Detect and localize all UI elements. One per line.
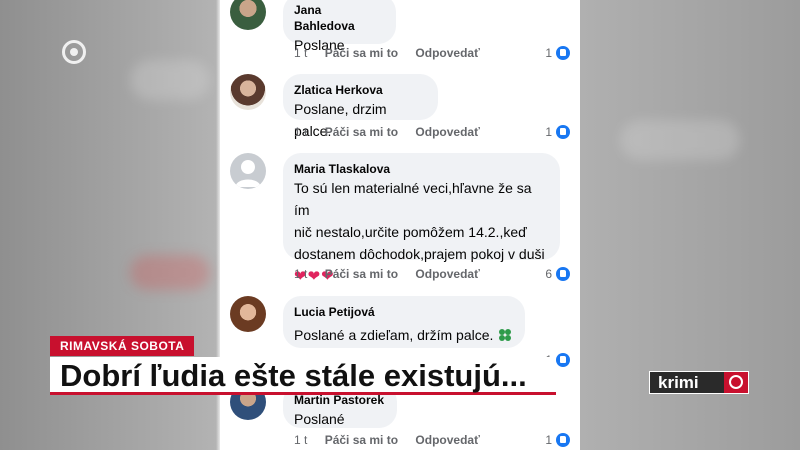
- avatar[interactable]: [230, 0, 266, 30]
- reply-link[interactable]: Odpovedať: [415, 125, 479, 139]
- headline-bar: Dobrí ľudia ešte stále existujú...: [50, 357, 556, 395]
- comment-time[interactable]: 1 t: [294, 267, 307, 281]
- background-blur: [620, 120, 740, 160]
- krimi-logo: krimi: [649, 371, 749, 394]
- thumbs-up-icon: [556, 433, 570, 447]
- background-blur: [130, 60, 210, 100]
- like-count-value: 1: [545, 125, 552, 139]
- default-user-icon: [235, 160, 261, 187]
- like-count[interactable]: 1: [545, 433, 570, 447]
- comment-actions: 1 t Páči sa mi to Odpovedať: [294, 267, 494, 281]
- like-count-value: 1: [545, 46, 552, 60]
- comment-bubble: Zlatica Herkova Poslane, drzim palce.: [283, 74, 438, 139]
- comment-actions: 1 t Páči sa mi to Odpovedať: [294, 125, 494, 139]
- reply-link[interactable]: Odpovedať: [415, 267, 479, 281]
- like-link[interactable]: Páči sa mi to: [325, 125, 398, 139]
- krimi-logo-text: krimi: [658, 373, 699, 392]
- thumbs-up-icon: [556, 353, 570, 367]
- like-link[interactable]: Páči sa mi to: [325, 433, 398, 447]
- comment-text: Poslané: [294, 411, 345, 427]
- krimi-logo-mark-icon: [724, 372, 748, 393]
- comment-time[interactable]: 1 t: [294, 125, 307, 139]
- like-count-value: 6: [545, 267, 552, 281]
- comment-text-value: Poslané a zdieľam, držím palce.: [294, 327, 494, 343]
- clover-emoji-icon: [499, 329, 512, 341]
- comment-author[interactable]: Jana Bahledova: [294, 2, 384, 34]
- comment-text-line: To sú len materialné veci,hľavne že sa í…: [294, 180, 532, 218]
- headline-text: Dobrí ľudia ešte stále existujú...: [60, 358, 527, 393]
- background-blur: [130, 255, 210, 290]
- like-count[interactable]: 6: [545, 267, 570, 281]
- reply-link[interactable]: Odpovedať: [415, 46, 479, 60]
- comment-text-line: nič nestalo,určite pomôžem 14.2.,keď: [294, 224, 527, 240]
- thumbs-up-icon: [556, 46, 570, 60]
- station-logo-icon: [62, 40, 86, 64]
- location-label: RIMAVSKÁ SOBOTA: [50, 336, 195, 356]
- avatar-placeholder[interactable]: [230, 153, 266, 189]
- reply-link[interactable]: Odpovedať: [415, 433, 479, 447]
- comment-bubble: Lucia Petijová Poslané a zdieľam, držím …: [283, 296, 525, 348]
- like-link[interactable]: Páči sa mi to: [325, 267, 398, 281]
- comment-author[interactable]: Maria Tlaskalova: [294, 161, 548, 177]
- avatar[interactable]: [230, 296, 266, 332]
- comment-time[interactable]: 1 t: [294, 46, 307, 60]
- thumbs-up-icon: [556, 267, 570, 281]
- comment-actions: 1 t Páči sa mi to Odpovedať: [294, 433, 494, 447]
- comment-bubble: Jana Bahledova Poslane: [283, 0, 396, 53]
- like-count-value: 1: [545, 433, 552, 447]
- avatar[interactable]: [230, 74, 266, 110]
- like-count[interactable]: 1: [545, 46, 570, 60]
- comment-author[interactable]: Zlatica Herkova: [294, 82, 426, 98]
- comment-author[interactable]: Lucia Petijová: [294, 304, 513, 320]
- thumbs-up-icon: [556, 125, 570, 139]
- like-count[interactable]: 1: [545, 125, 570, 139]
- comment-time[interactable]: 1 t: [294, 433, 307, 447]
- comment-text-line: dostanem dôchodok,prajem pokoj v duši: [294, 246, 545, 262]
- like-link[interactable]: Páči sa mi to: [325, 46, 398, 60]
- comment-bubble: Maria Tlaskalova To sú len materialné ve…: [283, 153, 560, 285]
- comment-actions: 1 t Páči sa mi to Odpovedať: [294, 46, 494, 60]
- comment-text: Poslané a zdieľam, držím palce.: [294, 324, 513, 346]
